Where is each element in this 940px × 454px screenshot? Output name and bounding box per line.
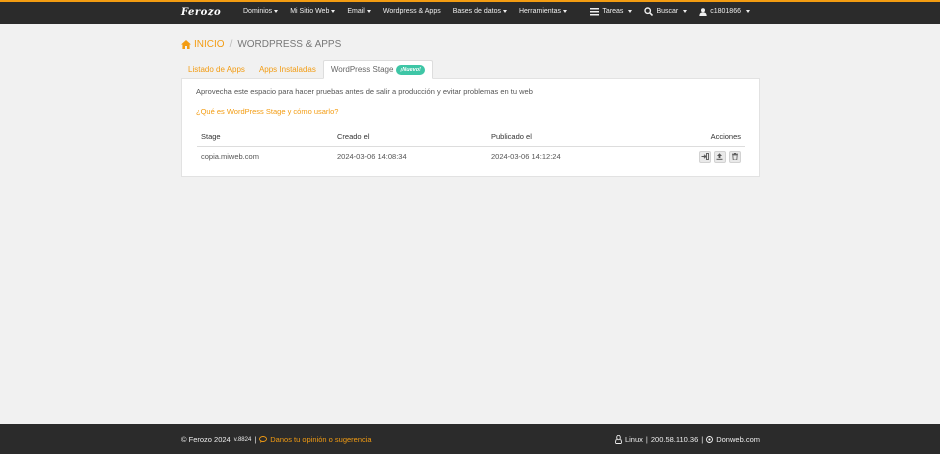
tasks-menu[interactable]: Tareas xyxy=(590,7,633,16)
nav-email[interactable]: Email xyxy=(347,8,371,15)
cell-stage: copia.miweb.com xyxy=(201,152,259,162)
caret-down-icon xyxy=(746,10,750,13)
search-icon xyxy=(644,7,654,16)
top-navbar: Ferozo Dominios Mi Sitio Web Email Wordp… xyxy=(0,0,940,24)
ferozo-logo[interactable]: Ferozo xyxy=(181,7,221,18)
page-title: WORDPRESS & APPS xyxy=(237,39,342,50)
tasks-icon xyxy=(590,7,600,16)
login-button[interactable] xyxy=(698,150,711,163)
caret-down-icon xyxy=(563,9,567,13)
upload-icon xyxy=(716,153,723,161)
cell-published: 2024-03-06 14:12:24 xyxy=(491,152,561,162)
breadcrumb: INICIO / WORDPRESS & APPS xyxy=(181,39,341,50)
search-menu[interactable]: Buscar xyxy=(644,7,688,16)
caret-down-icon xyxy=(274,9,279,13)
nav-herramientas[interactable]: Herramientas xyxy=(519,8,567,15)
caret-down-icon xyxy=(502,9,507,13)
login-icon xyxy=(701,153,709,161)
breadcrumb-separator: / xyxy=(229,39,233,50)
main-nav: Dominios Mi Sitio Web Email Wordpress & … xyxy=(243,8,567,15)
tab-listado-de-apps[interactable]: Listado de Apps xyxy=(181,60,252,79)
caret-down-icon xyxy=(628,10,633,13)
footer-right: Linux | 200.58.110.36 | Donweb.com xyxy=(615,435,760,444)
copyright: © Ferozo 2024 xyxy=(181,435,231,444)
nav-bases-de-datos[interactable]: Bases de datos xyxy=(453,8,507,15)
stage-description: Aprovecha este espacio para hacer prueba… xyxy=(196,87,533,96)
caret-down-icon xyxy=(683,10,688,13)
footer-pipe: | xyxy=(254,435,257,444)
caret-down-icon xyxy=(331,9,336,13)
header-stage: Stage xyxy=(197,127,333,147)
header-published: Publicado el xyxy=(487,127,637,147)
breadcrumb-home[interactable]: INICIO xyxy=(181,39,225,50)
footer-pipe: | xyxy=(701,435,704,444)
nav-wordpress-apps[interactable]: Wordpress & Apps xyxy=(383,8,441,15)
brand-icon xyxy=(706,436,714,443)
home-icon xyxy=(181,40,191,49)
header-actions: Acciones xyxy=(637,127,745,147)
tab-wordpress-stage[interactable]: WordPress Stage ¡Nuevo! xyxy=(322,60,433,79)
brand-name[interactable]: Donweb.com xyxy=(716,435,760,444)
table-row: copia.miweb.com 2024-03-06 14:08:34 2024… xyxy=(197,146,745,167)
trash-icon xyxy=(732,153,738,161)
stage-table: Stage Creado el Publicado el Acciones co… xyxy=(197,127,745,167)
tab-bar: Listado de Apps Apps Instaladas WordPres… xyxy=(181,60,433,79)
server-ip: 200.58.110.36 xyxy=(650,435,699,444)
cell-actions xyxy=(637,146,745,167)
footer-left: © Ferozo 2024 v.8824 | Danos tu opinión … xyxy=(181,435,372,444)
version: v.8824 xyxy=(233,436,252,443)
tab-label: WordPress Stage xyxy=(330,65,394,74)
tab-apps-instaladas[interactable]: Apps Instaladas xyxy=(252,60,323,79)
stage-help-link[interactable]: ¿Qué es WordPress Stage y cómo usarlo? xyxy=(196,107,338,116)
caret-down-icon xyxy=(366,9,371,13)
stage-panel: Aprovecha este espacio para hacer prueba… xyxy=(181,78,760,177)
footer-pipe: | xyxy=(645,435,648,444)
nav-mi-sitio-web[interactable]: Mi Sitio Web xyxy=(290,8,336,15)
feedback-link[interactable]: Danos tu opinión o sugerencia xyxy=(259,435,372,444)
nav-dominios[interactable]: Dominios xyxy=(243,8,279,15)
header-created: Creado el xyxy=(333,127,487,147)
nav-right: Tareas Buscar c1801866 xyxy=(590,7,750,16)
cell-created: 2024-03-06 14:08:34 xyxy=(337,152,407,162)
new-badge: ¡Nuevo! xyxy=(396,64,425,75)
user-menu[interactable]: c1801866 xyxy=(699,7,750,16)
publish-button[interactable] xyxy=(713,150,726,163)
linux-icon xyxy=(615,435,622,444)
user-icon xyxy=(699,7,707,16)
delete-button[interactable] xyxy=(729,150,741,163)
comments-icon xyxy=(259,436,268,443)
server-os: Linux xyxy=(624,435,643,444)
footer: © Ferozo 2024 v.8824 | Danos tu opinión … xyxy=(0,424,940,454)
table-header-row: Stage Creado el Publicado el Acciones xyxy=(197,127,745,147)
